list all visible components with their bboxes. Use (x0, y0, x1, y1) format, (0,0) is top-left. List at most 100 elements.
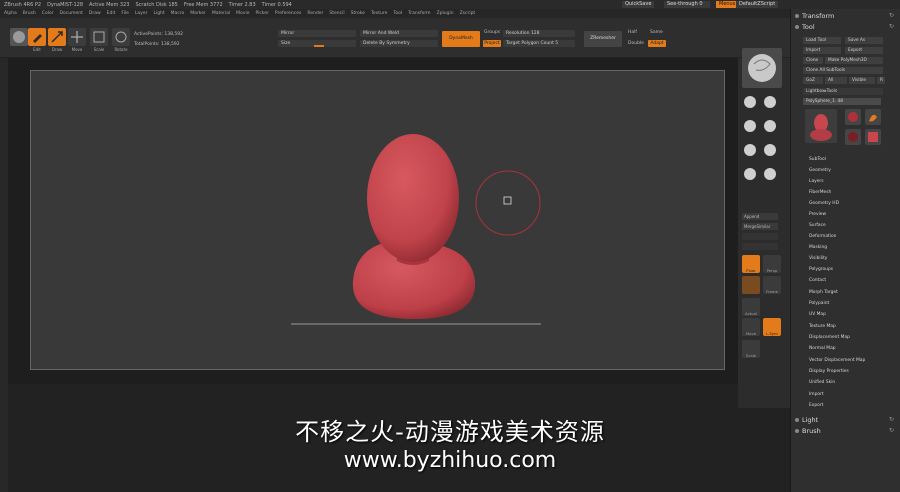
menu-edit[interactable]: Edit (107, 11, 116, 16)
menu-stencil[interactable]: Stencil (329, 11, 344, 16)
tool-reset-icon[interactable]: ↻ (889, 23, 894, 30)
menu-macro[interactable]: Macro (171, 11, 185, 16)
resolution-slider[interactable]: Resolution 128 (503, 30, 575, 37)
brush-thumb-7[interactable] (742, 166, 758, 182)
menu-picker[interactable]: Picker (255, 11, 268, 16)
double-button[interactable]: Double (628, 41, 644, 46)
menus-button[interactable]: Menus (716, 1, 739, 8)
clone-all-subtools-button[interactable]: Clone All SubTools (803, 67, 883, 74)
quicksave-button[interactable]: QuickSave (622, 1, 655, 8)
deformation-menu[interactable]: Deformation (809, 234, 836, 239)
document-canvas[interactable] (30, 70, 725, 370)
merge-similar-button[interactable]: MergeSimilar (742, 223, 778, 230)
seethrough-slider[interactable]: See-through 0 (664, 1, 710, 8)
menu-render[interactable]: Render (307, 11, 323, 16)
brush-thumb-3[interactable] (742, 118, 758, 134)
edit-button[interactable] (28, 28, 46, 46)
menu-draw[interactable]: Draw (89, 11, 101, 16)
tool-header[interactable]: Tool (795, 23, 815, 31)
append-button[interactable]: Append (742, 213, 778, 220)
zremesher-button[interactable]: ZRemesher (584, 31, 622, 47)
menu-brush[interactable]: Brush (23, 11, 36, 16)
save-as-button[interactable]: Save As (845, 37, 883, 44)
uv-map-menu[interactable]: UV Map (809, 312, 826, 317)
mirror-and-weld-button[interactable]: Mirror And Weld (360, 30, 438, 37)
load-tool-button[interactable]: Load Tool (803, 37, 841, 44)
goz-r-button[interactable]: R (877, 77, 885, 84)
menu-material[interactable]: Material (212, 11, 230, 16)
brush-thumb-5[interactable] (742, 142, 758, 158)
contact-menu[interactable]: Contact (809, 278, 826, 283)
clone-button[interactable]: Clone (803, 57, 823, 64)
lightbox-tools-button[interactable]: Lightbox▸Tools (803, 88, 883, 95)
brush-thumb-2[interactable] (762, 94, 778, 110)
draw-button[interactable] (48, 28, 66, 46)
move-button[interactable] (68, 28, 86, 46)
import-menu[interactable]: Import (809, 392, 824, 397)
simplebrush-thumb[interactable] (865, 109, 881, 125)
polysphere-thumb[interactable] (805, 109, 837, 143)
menu-color[interactable]: Color (42, 11, 54, 16)
export-tool-button[interactable]: Export (845, 47, 883, 54)
menu-texture[interactable]: Texture (371, 11, 387, 16)
polypaint-menu[interactable]: Polypaint (809, 301, 829, 306)
adapt-toggle[interactable]: Adapt (648, 40, 666, 47)
menu-layer[interactable]: Layer (135, 11, 148, 16)
geometry-menu[interactable]: Geometry (809, 168, 831, 173)
zsphere-2-thumb[interactable] (845, 129, 861, 145)
visibility-menu[interactable]: Visibility (809, 256, 827, 261)
current-tool-thumbnail[interactable] (742, 48, 782, 88)
default-zscript-button[interactable]: DefaultZScript (736, 1, 779, 8)
material-swatch[interactable] (742, 276, 760, 294)
current-tool-slider[interactable]: PolySphere_1. 48 (803, 98, 881, 105)
surface-menu[interactable]: Surface (809, 223, 826, 228)
import-tool-button[interactable]: Import (803, 47, 841, 54)
groups-toggle[interactable]: Groups (484, 30, 500, 35)
transform-header[interactable]: Transform (795, 12, 834, 20)
texture-map-menu[interactable]: Texture Map (809, 324, 836, 329)
menu-file[interactable]: File (121, 11, 129, 16)
zsphere-thumb[interactable] (845, 109, 861, 125)
preview-menu[interactable]: Preview (809, 212, 826, 217)
menu-document[interactable]: Document (60, 11, 83, 16)
menu-transform[interactable]: Transform (408, 11, 430, 16)
export-menu[interactable]: Export (809, 403, 823, 408)
target-polygon-slider[interactable]: Target Polygon Count 5 (503, 40, 575, 47)
menu-tool[interactable]: Tool (393, 11, 402, 16)
vector-displacement-map-menu[interactable]: Vector Displacement Map (809, 358, 865, 363)
same-button[interactable]: Same (650, 30, 663, 35)
unified-skin-menu[interactable]: Unified Skin (809, 380, 835, 385)
brush-thumb-8[interactable] (762, 166, 778, 182)
menu-preferences[interactable]: Preferences (275, 11, 301, 16)
geometry-hd-menu[interactable]: Geometry HD (809, 201, 839, 206)
size-slider[interactable]: Size (278, 40, 356, 47)
brush-thumb-6[interactable] (762, 142, 778, 158)
dynamesh-button[interactable]: DynaMesh (442, 31, 480, 47)
masking-menu[interactable]: Masking (809, 245, 827, 250)
fibermesh-menu[interactable]: FiberMesh (809, 190, 831, 195)
half-button[interactable]: Half (628, 30, 637, 35)
mirror-button[interactable]: Mirror (278, 30, 356, 37)
menu-light[interactable]: Light (153, 11, 164, 16)
morph-target-menu[interactable]: Morph Target (809, 290, 838, 295)
head[interactable] (367, 134, 459, 262)
polygroups-menu[interactable]: Polygroups (809, 267, 833, 272)
delete-by-symmetry-button[interactable]: Delete By Symmetry (360, 40, 438, 47)
menu-zplugin[interactable]: Zplugin (437, 11, 454, 16)
goz-visible-button[interactable]: Visible (849, 77, 875, 84)
brush-thumb-1[interactable] (742, 94, 758, 110)
menu-marker[interactable]: Marker (190, 11, 206, 16)
menu-zscript[interactable]: Zscript (460, 11, 476, 16)
menu-alpha[interactable]: Alpha (4, 11, 17, 16)
normal-map-menu[interactable]: Normal Map (809, 346, 836, 351)
goz-all-button[interactable]: All (825, 77, 847, 84)
project-toggle[interactable]: Project (483, 40, 501, 47)
sphere-thumb-icon[interactable] (10, 28, 28, 46)
rotate-button[interactable] (112, 28, 130, 46)
scale-button[interactable] (90, 28, 108, 46)
menu-movie[interactable]: Movie (236, 11, 249, 16)
make-polymesh-button[interactable]: Make PolyMesh3D (825, 57, 883, 64)
layers-menu[interactable]: Layers (809, 179, 824, 184)
transform-reset-icon[interactable]: ↻ (889, 12, 894, 19)
subtool-menu[interactable]: SubTool (809, 157, 826, 162)
